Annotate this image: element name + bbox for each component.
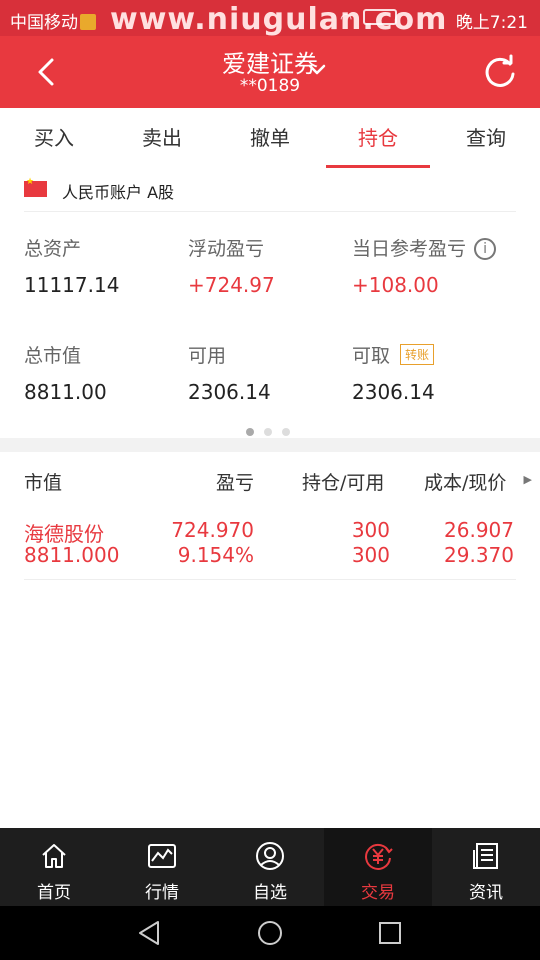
stat-value: 2306.14 bbox=[188, 380, 271, 404]
header-cost-price: 成本/现价 bbox=[424, 472, 507, 494]
account-number: **0189 bbox=[239, 76, 301, 96]
status-bar: 中国移动 www.niugulan.com ◠ 晚上7:21 bbox=[0, 0, 540, 37]
china-flag-icon bbox=[24, 177, 47, 197]
stat-label: 总资产 bbox=[24, 238, 82, 260]
stat-floating-pnl: 浮动盈亏 +724.97 bbox=[188, 234, 275, 297]
header-market-value: 市值 bbox=[24, 472, 63, 494]
nav-label: 首页 bbox=[37, 883, 71, 903]
stat-label: 总市值 bbox=[24, 345, 82, 367]
home-icon bbox=[42, 844, 66, 868]
stat-value: +108.00 bbox=[352, 273, 439, 297]
nav-label: 资讯 bbox=[469, 883, 503, 903]
nav-label: 自选 bbox=[253, 883, 287, 903]
positions-header: 市值 盈亏 持仓/可用 成本/现价 ▶ bbox=[0, 464, 540, 500]
nav-label: 交易 bbox=[361, 883, 395, 903]
watermark: www.niugulan.com bbox=[110, 2, 448, 37]
system-icons: ◠ bbox=[340, 9, 397, 27]
back-triangle-icon[interactable] bbox=[136, 919, 164, 947]
nav-home[interactable]: 首页 bbox=[0, 828, 108, 906]
nav-news[interactable]: 资讯 bbox=[432, 828, 540, 906]
section-divider bbox=[0, 438, 540, 452]
header-holding: 持仓/可用 bbox=[302, 472, 385, 494]
stat-label-text: 当日参考盈亏 bbox=[352, 238, 467, 260]
yuan-icon bbox=[365, 843, 393, 870]
page-dot bbox=[282, 428, 290, 436]
bottom-nav: 首页 行情 自选 交易 资讯 bbox=[0, 828, 540, 906]
nav-market[interactable]: 行情 bbox=[108, 828, 216, 906]
carrier-text: 中国移动 bbox=[10, 13, 78, 33]
page-dot bbox=[246, 428, 254, 436]
news-icon bbox=[473, 843, 498, 869]
stat-market-value: 总市值 8811.00 bbox=[24, 341, 107, 404]
account-type-label: 人民币账户 A股 bbox=[62, 183, 175, 202]
stat-value: +724.97 bbox=[188, 273, 275, 297]
tab-query[interactable]: 查询 bbox=[432, 108, 540, 168]
battery-icon bbox=[362, 9, 397, 25]
system-nav-bar bbox=[0, 906, 540, 960]
notification-icon bbox=[80, 14, 96, 30]
clock: 晚上7:21 bbox=[455, 13, 528, 33]
stock-price: 29.370 bbox=[444, 543, 514, 567]
stock-available: 300 bbox=[351, 543, 390, 567]
title-bar: 爱建证券 **0189 bbox=[0, 36, 540, 108]
stat-label: 可用 bbox=[188, 345, 227, 367]
trade-tabs: 买入 卖出 撤单 持仓 查询 bbox=[0, 108, 540, 168]
nav-trade[interactable]: 交易 bbox=[324, 828, 432, 906]
scroll-right-icon[interactable]: ▶ bbox=[524, 473, 532, 486]
account-type-row: 人民币账户 A股 bbox=[24, 170, 516, 212]
stock-holding: 300 bbox=[351, 518, 390, 542]
tab-cancel-order[interactable]: 撤单 bbox=[216, 108, 324, 168]
stat-value: 2306.14 bbox=[352, 380, 435, 404]
header-pnl: 盈亏 bbox=[216, 472, 255, 494]
tab-positions[interactable]: 持仓 bbox=[324, 108, 432, 168]
stock-pnl: 724.970 bbox=[171, 518, 254, 542]
user-icon bbox=[256, 842, 284, 870]
chart-icon bbox=[148, 844, 176, 868]
stat-total-assets: 总资产 11117.14 bbox=[24, 234, 119, 297]
info-icon[interactable]: i bbox=[474, 238, 497, 260]
nav-watchlist[interactable]: 自选 bbox=[216, 828, 324, 906]
home-circle-icon[interactable] bbox=[256, 919, 284, 947]
carrier-label: 中国移动 bbox=[10, 8, 96, 33]
tab-sell[interactable]: 卖出 bbox=[108, 108, 216, 168]
stock-market-value: 8811.000 bbox=[24, 543, 120, 567]
wifi-icon: ◠ bbox=[340, 11, 353, 27]
stat-label-text: 可取 bbox=[352, 345, 391, 367]
stat-label: 浮动盈亏 bbox=[188, 238, 265, 260]
stock-pnl-pct: 9.154% bbox=[177, 543, 254, 567]
stat-value: 8811.00 bbox=[24, 380, 107, 404]
stat-label: 当日参考盈亏 i bbox=[352, 234, 497, 261]
broker-title[interactable]: 爱建证券 bbox=[0, 44, 540, 79]
stat-daily-pnl: 当日参考盈亏 i +108.00 bbox=[352, 234, 497, 297]
page-dot bbox=[264, 428, 272, 436]
refresh-icon[interactable] bbox=[480, 52, 520, 92]
tab-buy[interactable]: 买入 bbox=[0, 108, 108, 168]
position-row[interactable]: 海德股份 8811.000 724.970 9.154% 300 300 26.… bbox=[24, 516, 516, 580]
stat-label: 可取 转账 bbox=[352, 341, 435, 368]
nav-label: 行情 bbox=[145, 883, 179, 903]
stock-cost: 26.907 bbox=[444, 518, 514, 542]
stat-available: 可用 2306.14 bbox=[188, 341, 271, 404]
recents-square-icon[interactable] bbox=[376, 919, 404, 947]
transfer-button[interactable]: 转账 bbox=[400, 344, 435, 365]
stat-value: 11117.14 bbox=[24, 273, 120, 297]
stat-withdrawable: 可取 转账 2306.14 bbox=[352, 341, 435, 404]
